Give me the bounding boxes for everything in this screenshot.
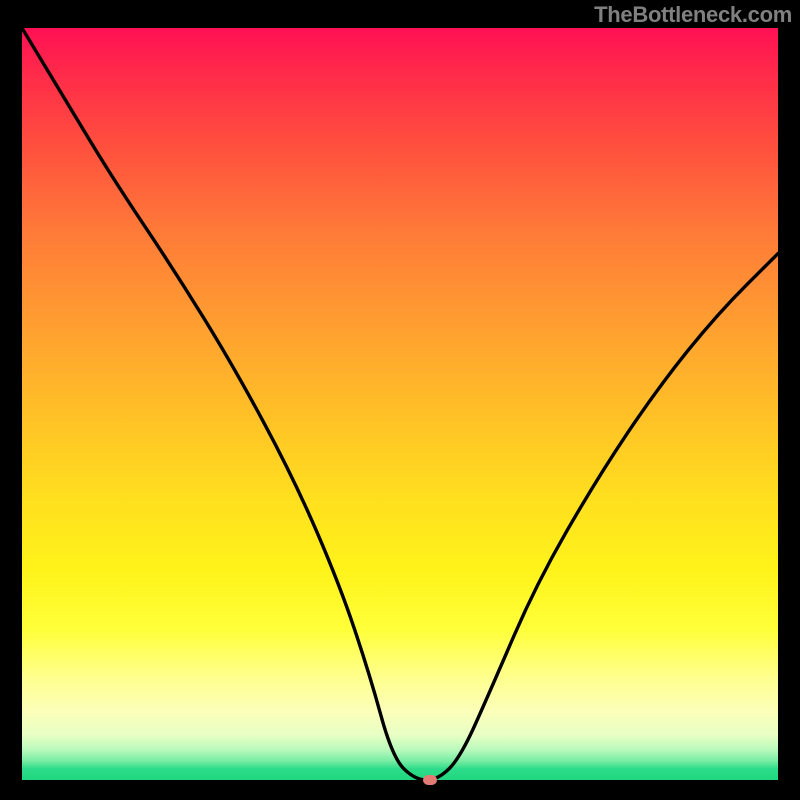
- curve-svg: [22, 28, 778, 780]
- curve-path: [22, 28, 778, 780]
- optimum-marker: [423, 775, 437, 785]
- plot-area: [22, 28, 778, 780]
- attribution-text: TheBottleneck.com: [594, 2, 792, 28]
- chart-frame: TheBottleneck.com: [0, 0, 800, 800]
